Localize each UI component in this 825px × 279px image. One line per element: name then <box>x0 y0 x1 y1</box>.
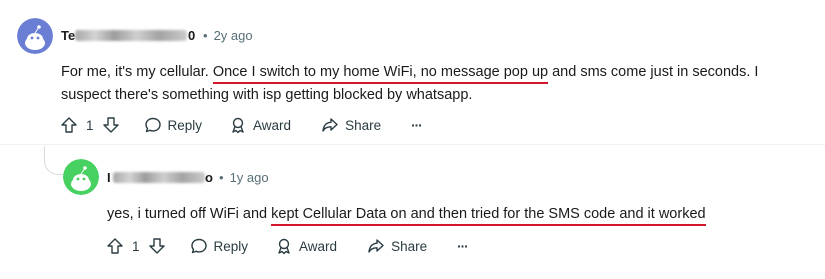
avatar[interactable] <box>17 18 53 54</box>
comment-meta: I o • 1y ago <box>107 170 269 185</box>
comment-2: I o • 1y ago yes, i turned off WiFi and … <box>0 145 825 279</box>
comment-actions: 1 Reply Award Share ··· <box>60 116 423 134</box>
username-redaction <box>113 172 205 183</box>
upvote-button[interactable] <box>60 116 78 134</box>
vote-count: 1 <box>132 238 140 254</box>
award-icon <box>278 238 290 255</box>
more-options-button[interactable]: ··· <box>457 239 468 254</box>
reply-button[interactable]: Reply <box>190 237 248 255</box>
timestamp[interactable]: 2y ago <box>214 28 253 43</box>
share-arrow-icon <box>368 239 384 253</box>
username[interactable]: I o <box>107 170 213 185</box>
downvote-arrow-icon <box>102 117 119 133</box>
award-button[interactable]: Award <box>275 237 337 255</box>
ellipsis-icon: ··· <box>411 117 422 133</box>
comment-body: For me, it's my cellular. Once I switch … <box>61 64 759 103</box>
snoo-avatar-icon <box>63 159 99 195</box>
award-icon <box>232 117 244 134</box>
meta-separator: • <box>219 170 224 185</box>
downvote-button[interactable] <box>148 237 166 255</box>
downvote-arrow-icon <box>148 238 165 254</box>
comment-bubble-icon <box>144 117 161 133</box>
avatar[interactable] <box>63 159 99 195</box>
ellipsis-icon: ··· <box>457 238 468 254</box>
vote-count: 1 <box>86 117 94 133</box>
upvote-button[interactable] <box>106 237 124 255</box>
share-button[interactable]: Share <box>321 116 381 134</box>
username-redaction <box>75 30 187 41</box>
more-options-button[interactable]: ··· <box>411 118 422 133</box>
timestamp[interactable]: 1y ago <box>230 170 269 185</box>
comment-1: Te 0 • 2y ago For me, it's my cellular. … <box>0 0 825 145</box>
comment-body: yes, i turned off WiFi and kept Cellular… <box>107 203 807 226</box>
upvote-arrow-icon <box>107 238 123 254</box>
username[interactable]: Te 0 <box>61 28 196 43</box>
comment-bubble-icon <box>190 238 207 254</box>
snoo-avatar-icon <box>17 18 53 54</box>
upvote-arrow-icon <box>61 117 77 133</box>
share-arrow-icon <box>322 118 338 132</box>
downvote-button[interactable] <box>102 116 120 134</box>
comment-actions: 1 Reply Award Share ··· <box>106 237 469 255</box>
meta-separator: • <box>203 28 208 43</box>
highlighted-text: kept Cellular Data on and then tried for… <box>271 206 706 226</box>
share-button[interactable]: Share <box>367 237 427 255</box>
comment-meta: Te 0 • 2y ago <box>61 28 253 43</box>
award-button[interactable]: Award <box>229 116 291 134</box>
highlighted-text: Once I switch to my home WiFi, no messag… <box>212 64 549 84</box>
reply-button[interactable]: Reply <box>144 116 202 134</box>
